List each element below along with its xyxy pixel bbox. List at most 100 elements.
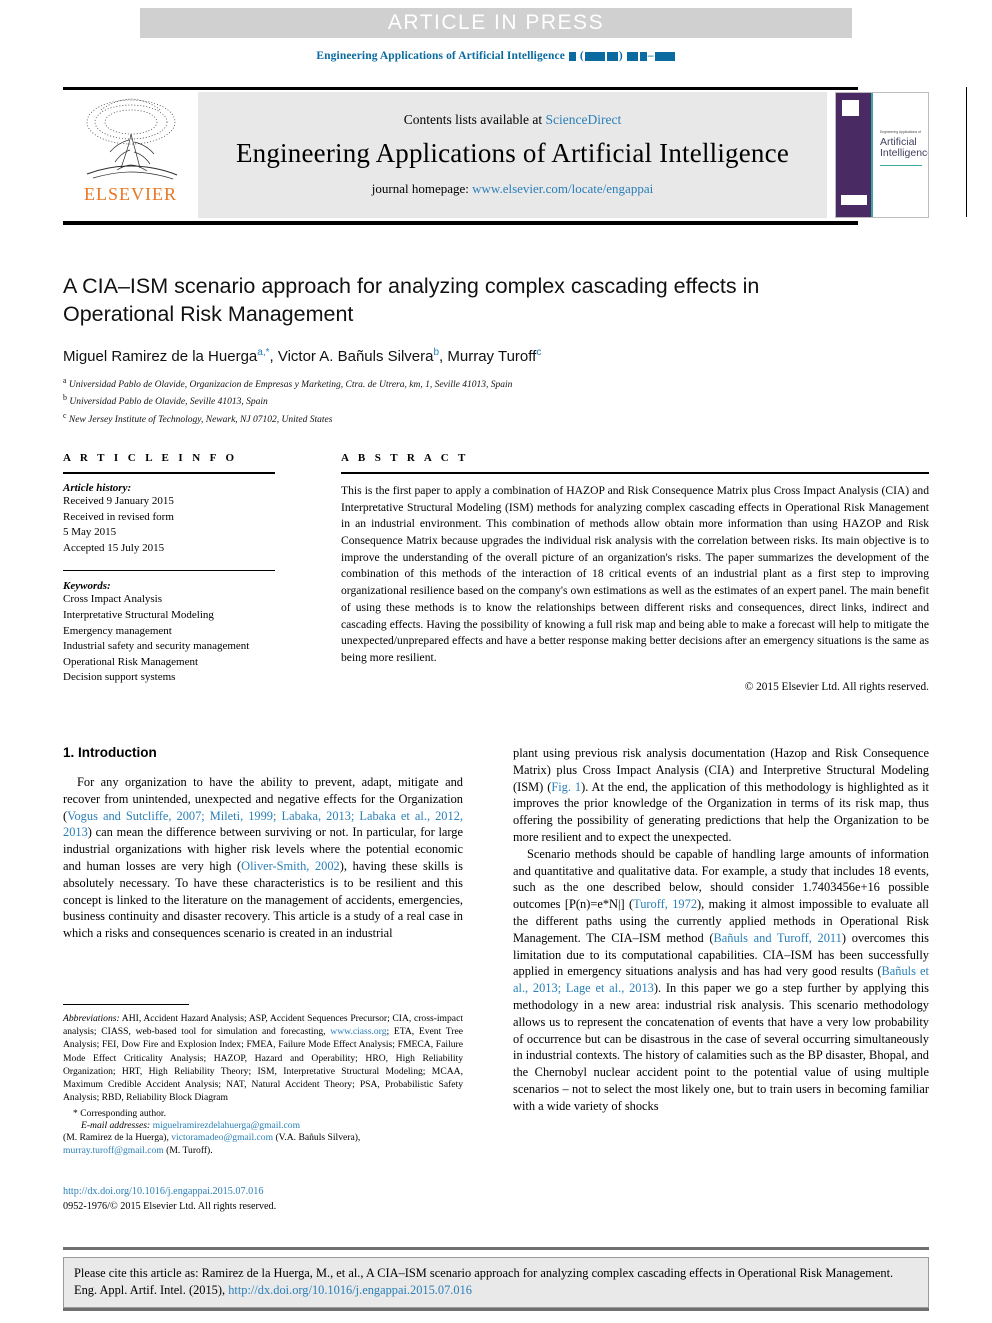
citation-link[interactable]: Turoff, 1972 [633,897,697,911]
history-line: 5 May 2015 [63,526,117,539]
author-mark-2: b [433,346,440,358]
keyword-item: Operational Risk Management [63,655,199,668]
footnote-section: Abbreviations: AHI, Accident Hazard Anal… [63,1004,463,1157]
running-head-journal: Engineering Applications of Artificial I… [316,50,565,62]
history-line: Received in revised form [63,510,174,523]
cite-this-article-box: Please cite this article as: Ramirez de … [63,1257,929,1309]
elsevier-logo: ELSEVIER [63,92,198,218]
cover-divider [880,165,922,166]
section-heading-introduction: 1. Introduction [63,745,157,760]
article-page: ARTICLE IN PRESS Engineering Application… [0,0,992,1323]
intro-text-part: ). In this paper we go a step further by… [513,981,929,1113]
doi-link[interactable]: http://dx.doi.org/10.1016/j.engappai.201… [63,1186,263,1197]
cover-small-title: Engineering Applications of [880,130,921,134]
body-column-left: 1. Introduction For any organization to … [63,745,463,942]
homepage-prefix: journal homepage: [371,180,473,196]
author-name-2: Victor A. Bañuls Silvera [277,347,434,365]
affiliation-text-3: New Jersey Institute of Technology, Newa… [68,414,333,425]
cite-text-prefix: Please cite this article as: Ramirez de … [74,1266,894,1298]
masthead-bottom-rule [63,221,858,225]
contents-prefix: Contents lists available at [403,111,546,127]
affiliation-text-1: Universidad Pablo de Olavide, Organizaci… [68,379,513,390]
citation-link[interactable]: Oliver-Smith, 2002 [241,859,340,873]
cover-main-title: Artificial Intelligence [880,136,929,160]
title-block: A CIA–ISM scenario approach for analyzin… [63,272,863,427]
abbreviations-note: Abbreviations: AHI, Accident Hazard Anal… [63,1012,463,1105]
affiliation-text-2: Universidad Pablo de Olavide, Seville 41… [69,397,268,408]
abstract-text: This is the first paper to apply a combi… [341,484,929,664]
page-title: A CIA–ISM scenario approach for analyzin… [63,274,760,327]
figure-reference-link[interactable]: Fig. 1 [551,780,581,794]
abstract-section: A B S T R A C T This is the first paper … [341,452,929,693]
contents-line: Contents lists available at ScienceDirec… [404,112,621,128]
keywords-group: Keywords: Cross Impact Analysis Interpre… [63,580,275,686]
running-head: Engineering Applications of Artificial I… [0,50,992,62]
abstract-heading: A B S T R A C T [341,452,469,464]
abbreviations-text-2: ; ETA, Event Tree Analysis; FEI, Dow Fir… [63,1026,463,1104]
cover-ifac-logo-icon [841,195,867,205]
email-owners-note: (M. Ramirez de la Huerga), victoramadeo@… [63,1131,361,1156]
running-head-volume-placeholder: () – [565,50,676,62]
cover-teal-stripe [871,93,873,217]
ciass-link[interactable]: www.ciass.org [330,1026,386,1037]
author-list: Miguel Ramirez de la Huergaa,*, Victor A… [63,346,542,365]
author-mark-1: a,* [257,346,270,358]
email-link-3[interactable]: murray.turoff@gmail.com [63,1145,164,1156]
article-info-rule [63,472,275,474]
keyword-item: Decision support systems [63,671,176,684]
keyword-item: Emergency management [63,624,172,637]
history-line: Accepted 15 July 2015 [63,541,165,554]
article-history-label: Article history: [63,482,132,494]
intro-paragraph-right-1: plant using previous risk analysis docum… [513,745,929,846]
footnote-rule [63,1004,189,1005]
affiliation-2: b Universidad Pablo de Olavide, Seville … [63,392,863,409]
email-addresses-note: E-mail addresses: miguelramirezdelahuerg… [63,1120,463,1131]
keyword-item: Interpretative Structural Modeling [63,609,214,622]
email-link-2[interactable]: victoramadeo@gmail.com [171,1132,273,1143]
citation-link[interactable]: Bañuls and Turoff, 2011 [714,931,842,945]
abstract-copyright: © 2015 Elsevier Ltd. All rights reserved… [744,680,929,693]
article-info-section: A R T I C L E I N F O Article history: R… [63,452,275,686]
keywords-label: Keywords: [63,580,111,593]
masthead-side-rule [966,87,967,217]
journal-homepage-link[interactable]: www.elsevier.com/locate/engappai [472,181,653,196]
history-line: Received 9 January 2015 [63,495,174,507]
issn-copyright-line: 0952-1976/© 2015 Elsevier Ltd. All right… [63,1201,277,1213]
masthead-top-rule [63,87,858,90]
journal-cover-thumbnail: Engineering Applications of Artificial I… [835,92,929,218]
doi-and-issn-block: http://dx.doi.org/10.1016/j.engappai.201… [63,1184,463,1215]
keywords-rule [63,570,275,572]
cover-title-line2: Intelligence [880,147,929,160]
email-link-1[interactable]: miguelramirezdelahuerga@gmail.com [153,1120,300,1131]
abbreviations-label: Abbreviations: [63,1013,120,1024]
author-name-1: Miguel Ramirez de la Huerga [63,347,258,365]
keyword-item: Industrial safety and security managemen… [63,640,250,653]
article-in-press-label: ARTICLE IN PRESS [387,11,605,34]
keyword-item: Cross Impact Analysis [63,593,162,606]
affiliation-1: a Universidad Pablo de Olavide, Organiza… [63,375,863,392]
corresponding-author-note: * Corresponding author. [73,1107,166,1119]
journal-title: Engineering Applications of Artificial I… [235,137,790,168]
author-mark-3: c [536,346,542,358]
article-info-heading: A R T I C L E I N F O [63,452,238,464]
email-addresses-label: E-mail addresses: [81,1119,151,1131]
cover-publisher-badge-icon [842,100,859,116]
intro-paragraph-right-2: Scenario methods should be capable of ha… [513,846,929,1115]
email-owner-3: (M. Turoff) [166,1144,211,1156]
affiliation-3: c New Jersey Institute of Technology, Ne… [63,410,863,427]
affiliation-mark-3: c [63,410,67,420]
affiliation-mark-1: a [63,375,67,385]
elsevier-wordmark: ELSEVIER [84,184,177,204]
article-history-group: Article history: Received 9 January 2015… [63,482,275,556]
sciencedirect-link[interactable]: ScienceDirect [546,112,622,127]
body-column-right: plant using previous risk analysis docum… [513,745,929,1115]
cite-box-bottom-rule [63,1308,929,1311]
abstract-rule [341,472,929,474]
article-in-press-banner: ARTICLE IN PRESS [140,8,852,38]
cite-text: Please cite this article as: Ramirez de … [74,1265,918,1299]
cover-subtitle [880,169,924,173]
journal-info-block: Contents lists available at ScienceDirec… [198,92,827,218]
email-owner-1: (M. Ramirez de la Huerga) [63,1131,167,1143]
cite-box-top-rule [63,1247,929,1250]
cite-doi-link[interactable]: http://dx.doi.org/10.1016/j.engappai.201… [228,1283,472,1297]
